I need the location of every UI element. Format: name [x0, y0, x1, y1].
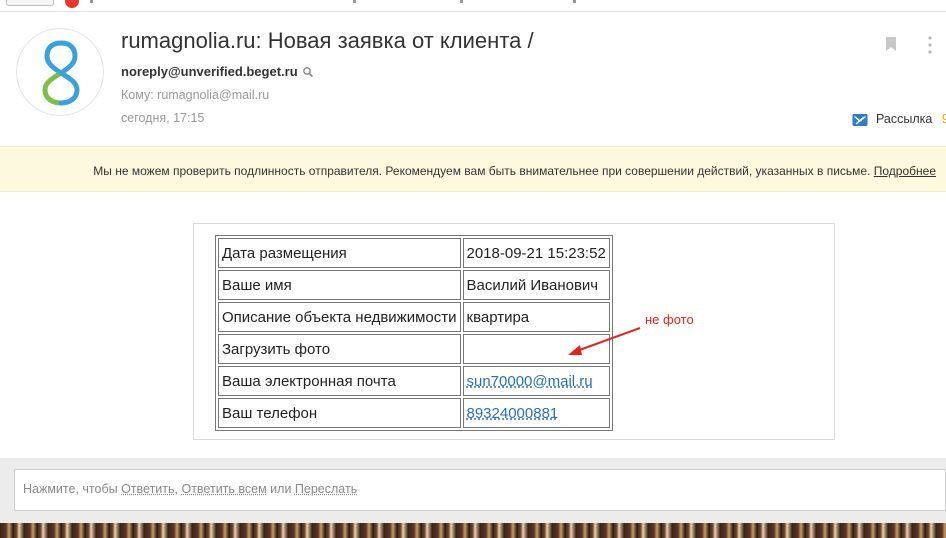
- table-row: Дата размещения 2018-09-21 15:23:52: [218, 238, 610, 268]
- request-table: Дата размещения 2018-09-21 15:23:52 Ваше…: [215, 235, 613, 431]
- search-icon[interactable]: [302, 66, 314, 78]
- warning-text: Мы не можем проверить подлинность отправ…: [93, 164, 871, 178]
- table-cell-key: Описание объекта недвижимости: [218, 302, 461, 332]
- table-cell-key: Дата размещения: [218, 238, 461, 268]
- reply-all-link[interactable]: Ответить всем: [181, 482, 266, 496]
- table-row: Загрузить фото: [218, 334, 610, 364]
- sender-warning-bar: Мы не можем проверить подлинность отправ…: [0, 146, 946, 192]
- reply-prefix: Нажмите, чтобы: [23, 482, 118, 496]
- sender-logo-icon: [42, 40, 80, 106]
- mailing-label: Рассылка: [876, 112, 933, 126]
- table-cell-key: Ваше имя: [218, 270, 461, 300]
- dot: [460, 0, 463, 3]
- background-image-strip: [0, 523, 946, 538]
- email-link[interactable]: sun70000@mail.ru: [467, 373, 593, 390]
- table-cell-key: Ваша электронная почта: [218, 366, 461, 396]
- dot: [353, 0, 356, 3]
- annotation-arrow-icon: [568, 327, 641, 355]
- table-row: Ваша электронная почта sun70000@mail.ru: [218, 366, 610, 396]
- table-cell-value: 2018-09-21 15:23:52: [462, 238, 610, 268]
- sender-address[interactable]: noreply@unverified.beget.ru: [121, 64, 298, 79]
- mailing-tail: 9: [942, 112, 946, 126]
- reply-or: или: [270, 482, 292, 496]
- warning-more-link[interactable]: Подробнее: [874, 164, 936, 178]
- warning-message: Мы не можем проверить подлинность отправ…: [93, 164, 936, 178]
- forward-link[interactable]: Переслать: [295, 482, 357, 496]
- bookmark-icon[interactable]: [885, 36, 897, 52]
- reply-separator: ,: [174, 482, 178, 496]
- table-cell-value: 89324000881: [462, 398, 610, 428]
- annotation-label: не фото: [645, 312, 694, 327]
- sender-avatar[interactable]: [16, 28, 104, 116]
- top-toolbar-strip: [0, 0, 946, 12]
- reply-link[interactable]: Ответить: [121, 482, 174, 496]
- dot: [573, 0, 576, 3]
- message-body: Дата размещения 2018-09-21 15:23:52 Ваше…: [193, 223, 835, 440]
- table-row: Ваше имя Василий Иванович: [218, 270, 610, 300]
- table-cell-key: Ваш телефон: [218, 398, 461, 428]
- mailing-icon: [852, 114, 868, 126]
- recipient: Кому: rumagnolia@mail.ru: [121, 88, 270, 102]
- table-cell-value: sun70000@mail.ru: [462, 366, 610, 396]
- table-cell-key: Загрузить фото: [218, 334, 461, 364]
- back-button[interactable]: [6, 0, 54, 6]
- table-row: Ваш телефон 89324000881: [218, 398, 610, 428]
- email-subject: rumagnolia.ru: Новая заявка от клиента /: [121, 28, 534, 53]
- quick-reply-box[interactable]: Нажмите, чтобы Ответить, Ответить всем и…: [14, 469, 946, 511]
- more-vertical-icon[interactable]: [928, 36, 932, 54]
- table-cell-value: Василий Иванович: [462, 270, 610, 300]
- table-row: Описание объекта недвижимости квартира: [218, 302, 610, 332]
- phone-link[interactable]: 89324000881: [467, 405, 559, 422]
- email-date: сегодня, 17:15: [121, 111, 205, 125]
- notification-icon: [65, 0, 79, 8]
- dot: [90, 0, 93, 3]
- quick-reply-prompt: Нажмите, чтобы Ответить, Ответить всем и…: [23, 482, 357, 496]
- quick-reply-area: Нажмите, чтобы Ответить, Ответить всем и…: [0, 458, 946, 523]
